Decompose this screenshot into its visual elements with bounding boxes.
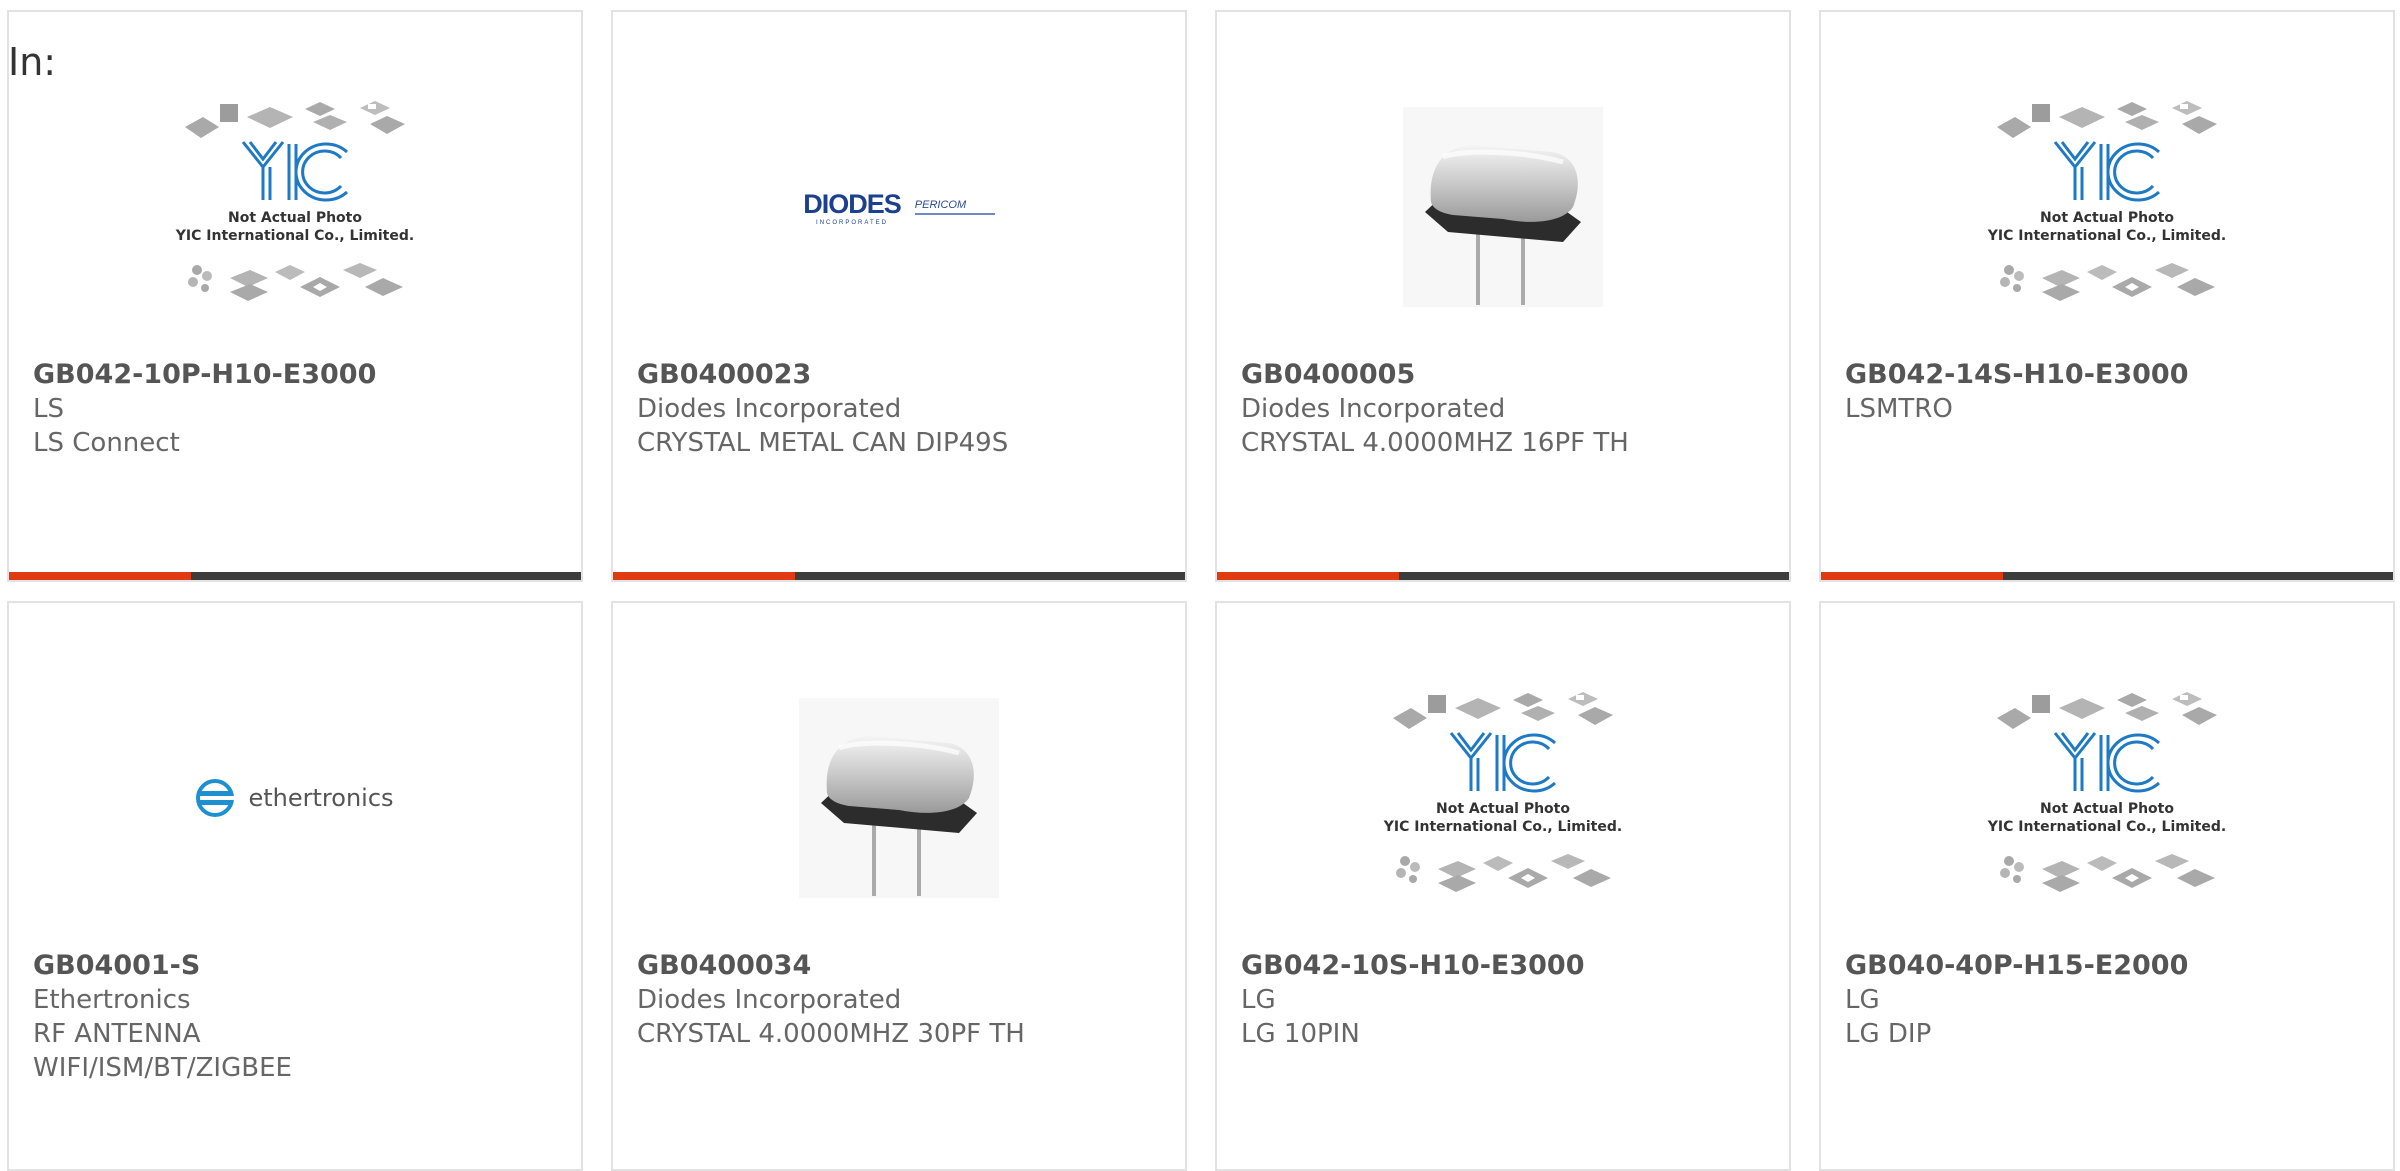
manufacturer: LG xyxy=(1241,985,1276,1015)
ethertronics-logo-text: ethertronics xyxy=(248,784,394,812)
card-bottom-bar xyxy=(1217,572,1789,580)
card-accent-bar xyxy=(1217,572,1399,580)
placeholder-line1: Not Actual Photo xyxy=(2040,801,2174,817)
placeholder-line2: YIC International Co., Limited. xyxy=(175,228,414,244)
product-info: GB04001-S Ethertronics RF ANTENNA WIFI/ISM/… xyxy=(33,949,571,1085)
description: LG DIP xyxy=(1845,1019,1932,1049)
ethertronics-icon xyxy=(196,779,235,817)
description: CRYSTAL 4.0000MHZ 16PF TH xyxy=(1241,428,1629,458)
crystal-photo xyxy=(1403,107,1603,307)
product-image[interactable]: ethertronics xyxy=(9,653,581,943)
placeholder-line1: Not Actual Photo xyxy=(2040,210,2174,226)
yic-placeholder-image: Not Actual Photo YIC International Co., … xyxy=(175,101,414,301)
card-bottom-bar xyxy=(613,572,1185,580)
part-number[interactable]: GB040-40P-H15-E2000 xyxy=(1845,949,2383,983)
pericom-logo-text: PERICOM xyxy=(914,199,967,211)
product-image[interactable]: Not Actual Photo YIC International Co., … xyxy=(1821,62,2393,352)
product-card[interactable]: Not Actual Photo YIC International Co., … xyxy=(1819,601,2395,1171)
placeholder-line1: Not Actual Photo xyxy=(1436,801,1570,817)
part-number[interactable]: GB0400023 xyxy=(637,358,1175,392)
card-bottom-bar xyxy=(1821,572,2393,580)
part-number[interactable]: GB04001-S xyxy=(33,949,571,983)
yic-placeholder-image: Not Actual Photo YIC International Co., … xyxy=(1987,101,2226,301)
product-card[interactable]: GB0400034 Diodes Incorporated CRYSTAL 4.00… xyxy=(611,601,1187,1171)
diodes-logo-text: DIODES xyxy=(803,188,902,219)
description-2: WIFI/ISM/BT/ZIGBEE xyxy=(33,1053,292,1083)
card-accent-bar xyxy=(1821,572,2003,580)
manufacturer: Ethertronics xyxy=(33,985,191,1015)
product-card[interactable]: DIODES INCORPORATED PERICOM GB0400023 Dio… xyxy=(611,10,1187,582)
product-info: GB0400005 Diodes Incorporated CRYSTAL 4.00… xyxy=(1241,358,1779,460)
description: CRYSTAL 4.0000MHZ 30PF TH xyxy=(637,1019,1025,1049)
product-image[interactable]: Not Actual Photo YIC International Co., … xyxy=(9,62,581,352)
product-info: GB0400023 Diodes Incorporated CRYSTAL META… xyxy=(637,358,1175,460)
manufacturer: Diodes Incorporated xyxy=(637,985,902,1015)
product-info: GB0400034 Diodes Incorporated CRYSTAL 4.00… xyxy=(637,949,1175,1051)
product-info: GB042-10P-H10-E3000 LS LS Connect xyxy=(33,358,571,460)
product-card[interactable]: ethertronics GB04001-S Ethertronics RF ANT… xyxy=(7,601,583,1171)
product-image[interactable]: Not Actual Photo YIC International Co., … xyxy=(1217,653,1789,943)
part-number[interactable]: GB042-14S-H10-E3000 xyxy=(1845,358,2383,392)
product-info: GB042-14S-H10-E3000 LSMTRO xyxy=(1845,358,2383,426)
product-card[interactable]: Not Actual Photo YIC International Co., … xyxy=(1215,601,1791,1171)
product-image[interactable] xyxy=(613,653,1185,943)
description: CRYSTAL METAL CAN DIP49S xyxy=(637,428,1009,458)
manufacturer: LS xyxy=(33,394,64,424)
diodes-pericom-logo: DIODES INCORPORATED PERICOM xyxy=(803,189,995,226)
yic-placeholder-image: Not Actual Photo YIC International Co., … xyxy=(1987,692,2226,892)
part-number[interactable]: GB042-10P-H10-E3000 xyxy=(33,358,571,392)
yic-placeholder-image: Not Actual Photo YIC International Co., … xyxy=(1383,692,1622,892)
placeholder-line2: YIC International Co., Limited. xyxy=(1383,819,1622,835)
ethertronics-logo: ethertronics xyxy=(196,779,394,817)
product-image[interactable] xyxy=(1217,62,1789,352)
placeholder-line1: Not Actual Photo xyxy=(228,210,362,226)
placeholder-line2: YIC International Co., Limited. xyxy=(1987,819,2226,835)
part-number[interactable]: GB0400005 xyxy=(1241,358,1779,392)
description: RF ANTENNA xyxy=(33,1019,201,1049)
card-bottom-bar xyxy=(9,572,581,580)
manufacturer: Diodes Incorporated xyxy=(637,394,902,424)
manufacturer: LG xyxy=(1845,985,1880,1015)
manufacturer: LSMTRO xyxy=(1845,394,1953,424)
card-accent-bar xyxy=(9,572,191,580)
part-number[interactable]: GB042-10S-H10-E3000 xyxy=(1241,949,1779,983)
description: LG 10PIN xyxy=(1241,1019,1360,1049)
card-accent-bar xyxy=(613,572,795,580)
placeholder-line2: YIC International Co., Limited. xyxy=(1987,228,2226,244)
product-card[interactable]: Not Actual Photo YIC International Co., … xyxy=(1819,10,2395,582)
diodes-logo-sub: INCORPORATED xyxy=(816,219,888,226)
product-info: GB040-40P-H15-E2000 LG LG DIP xyxy=(1845,949,2383,1051)
description: LS Connect xyxy=(33,428,180,458)
in-label: In: xyxy=(8,40,57,84)
part-number[interactable]: GB0400034 xyxy=(637,949,1175,983)
manufacturer: Diodes Incorporated xyxy=(1241,394,1506,424)
product-card[interactable]: Not Actual Photo YIC International Co., … xyxy=(7,10,583,582)
crystal-photo xyxy=(799,698,999,898)
product-image[interactable]: DIODES INCORPORATED PERICOM xyxy=(613,62,1185,352)
product-info: GB042-10S-H10-E3000 LG LG 10PIN xyxy=(1241,949,1779,1051)
product-card[interactable]: GB0400005 Diodes Incorporated CRYSTAL 4.00… xyxy=(1215,10,1791,582)
product-image[interactable]: Not Actual Photo YIC International Co., … xyxy=(1821,653,2393,943)
